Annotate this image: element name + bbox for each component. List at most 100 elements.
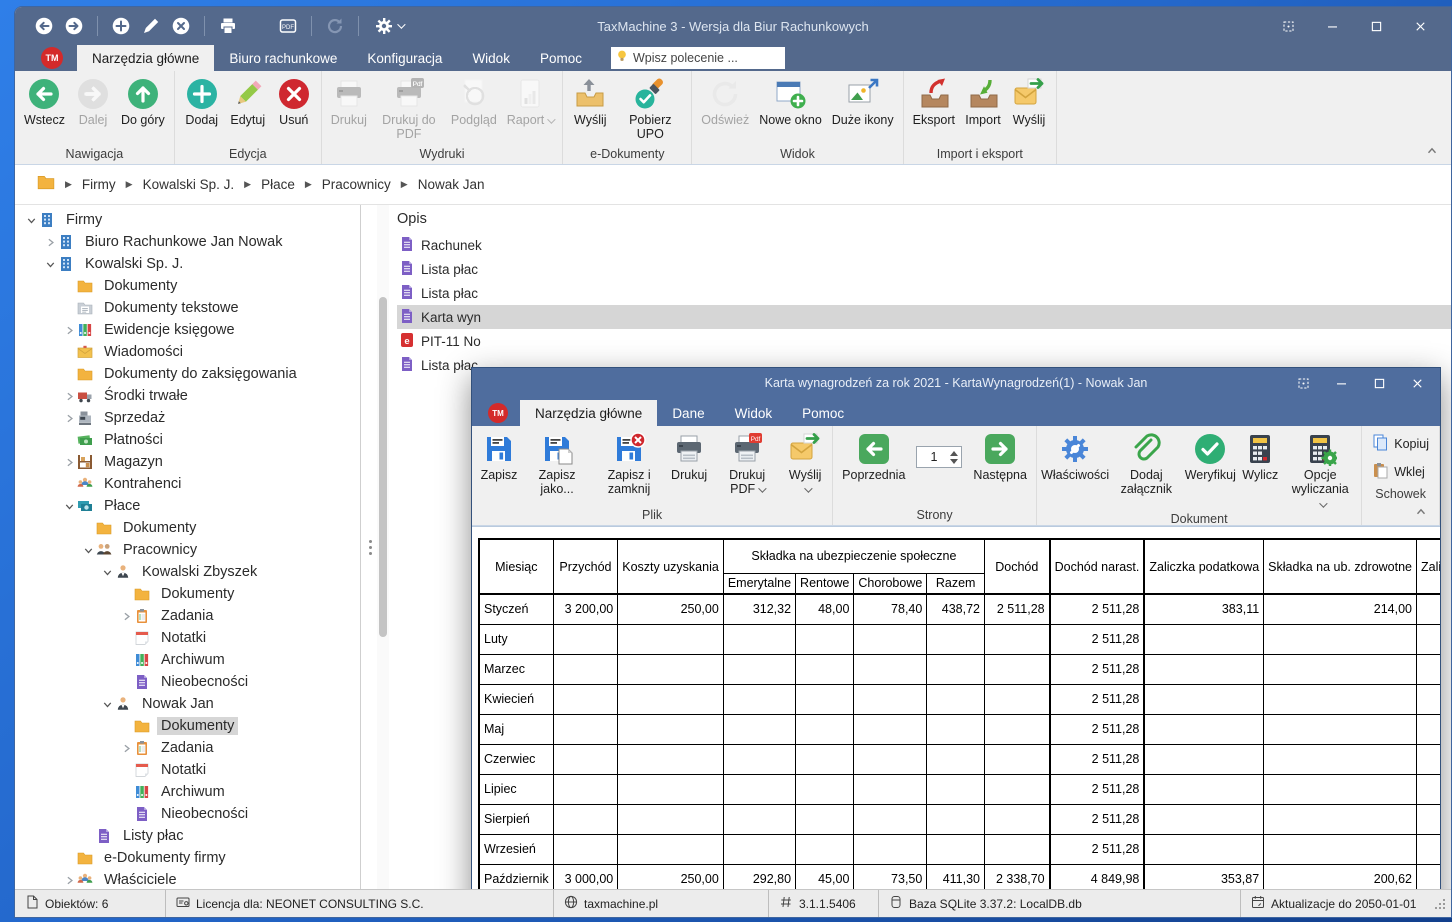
cell[interactable] (1264, 834, 1417, 864)
następna-button[interactable]: Następna (968, 430, 1032, 482)
cell[interactable]: 2 511,28 (985, 594, 1050, 624)
child-tab-widok[interactable]: Widok (720, 400, 788, 426)
tree-item-archiwum[interactable]: Archiwum (15, 781, 360, 803)
eksport-button[interactable]: Eksport (908, 75, 960, 127)
chevron-right-icon[interactable] (61, 454, 77, 470)
app-logo[interactable]: TM (41, 47, 63, 69)
resize-grip[interactable] (1433, 897, 1447, 911)
cell[interactable] (854, 804, 927, 834)
tree-item-notatki[interactable]: Notatki (15, 759, 360, 781)
expander-spacer[interactable] (80, 828, 96, 844)
chevron-right-icon[interactable] (118, 608, 134, 624)
cell[interactable] (723, 654, 795, 684)
zapisz-button[interactable]: Zapisz (476, 430, 522, 482)
expander-spacer[interactable] (118, 762, 134, 778)
forward-icon[interactable] (63, 15, 85, 37)
cell[interactable] (985, 714, 1050, 744)
tree-item-środki-trwałe[interactable]: Środki trwałe (15, 385, 360, 407)
wstecz-button[interactable]: Wstecz (19, 75, 70, 127)
cell[interactable] (618, 834, 724, 864)
chevron-down-icon[interactable] (61, 498, 77, 514)
refresh-icon[interactable] (324, 15, 346, 37)
cell[interactable] (553, 834, 618, 864)
expander-spacer[interactable] (118, 784, 134, 800)
tree-item-kowalski-zbyszek[interactable]: Kowalski Zbyszek (15, 561, 360, 583)
breadcrumb-item-firmy[interactable]: Firmy (82, 177, 116, 192)
cell[interactable] (985, 684, 1050, 714)
cell[interactable] (618, 714, 724, 744)
cell[interactable] (553, 774, 618, 804)
cell[interactable] (1417, 654, 1440, 684)
chevron-down-icon[interactable] (99, 696, 115, 712)
pdf-icon[interactable]: PDF (277, 15, 299, 37)
tree-item-dokumenty[interactable]: Dokumenty (15, 715, 360, 737)
breadcrumb-item-pracownicy[interactable]: Pracownicy (322, 177, 391, 192)
tree-item-właściciele[interactable]: Właściciele (15, 869, 360, 889)
cell[interactable] (796, 714, 854, 744)
breadcrumb-item-nowak-jan[interactable]: Nowak Jan (418, 177, 485, 192)
tab-biuro-rachunkowe[interactable]: Biuro rachunkowe (214, 45, 352, 71)
wyślij-button[interactable]: Wyślij (782, 430, 828, 497)
cell[interactable] (618, 774, 724, 804)
cell[interactable] (618, 744, 724, 774)
tree-item-kowalski-sp-j[interactable]: Kowalski Sp. J. (15, 253, 360, 275)
cell[interactable] (618, 624, 724, 654)
child-tab-dane[interactable]: Dane (657, 400, 719, 426)
tree-item-sprzedaż[interactable]: Sprzedaż (15, 407, 360, 429)
tree-item-kontrahenci[interactable]: Kontrahenci (15, 473, 360, 495)
cell[interactable]: 3 000,00 (553, 864, 618, 889)
expander-spacer[interactable] (118, 652, 134, 668)
drukuj-button[interactable]: Drukuj (666, 430, 712, 482)
tree-item-nieobecności[interactable]: Nieobecności (15, 803, 360, 825)
drukuj-pdf-button[interactable]: PdfDrukuj PDF (712, 430, 782, 497)
cell[interactable] (553, 624, 618, 654)
cell[interactable] (1417, 744, 1440, 774)
expander-spacer[interactable] (61, 366, 77, 382)
search-input[interactable] (633, 51, 781, 65)
list-item-lista-płac[interactable]: Lista płac (397, 257, 1451, 281)
list-item-rachunek[interactable]: Rachunek (397, 233, 1451, 257)
chevron-down-icon[interactable] (99, 564, 115, 580)
cell[interactable]: 78,40 (854, 594, 927, 624)
list-item-pit-11-no[interactable]: ePIT-11 No (397, 329, 1451, 353)
print-icon[interactable] (217, 15, 239, 37)
cell[interactable] (985, 834, 1050, 864)
cell[interactable] (854, 774, 927, 804)
cell[interactable]: 411,30 (927, 864, 985, 889)
cell[interactable]: Maj (479, 714, 553, 744)
cell[interactable] (927, 624, 985, 654)
cell[interactable]: Kwiecień (479, 684, 553, 714)
tree-item-dokumenty-do-zaksięgowania[interactable]: Dokumenty do zaksięgowania (15, 363, 360, 385)
cell[interactable] (1144, 804, 1263, 834)
expand-button[interactable] (1292, 372, 1314, 394)
add-icon[interactable] (110, 15, 132, 37)
cell[interactable] (796, 804, 854, 834)
chevron-right-icon[interactable] (42, 234, 58, 250)
cell[interactable] (796, 654, 854, 684)
command-search[interactable] (611, 47, 785, 69)
cell[interactable] (796, 624, 854, 654)
cell[interactable] (927, 654, 985, 684)
cell[interactable]: 169,00 (1417, 594, 1440, 624)
spinner-arrows[interactable] (950, 451, 961, 464)
child-tab-pomoc[interactable]: Pomoc (787, 400, 859, 426)
app-logo[interactable]: TM (488, 403, 508, 423)
dodaj-załącznik-button[interactable]: Dodaj załącznik (1109, 430, 1183, 497)
cell[interactable] (1417, 804, 1440, 834)
tree-item-dokumenty[interactable]: Dokumenty (15, 517, 360, 539)
tree-item-dokumenty[interactable]: Dokumenty (15, 583, 360, 605)
cell[interactable] (985, 774, 1050, 804)
cell[interactable] (1144, 774, 1263, 804)
chevron-right-icon[interactable] (61, 388, 77, 404)
tree-item-nieobecności[interactable]: Nieobecności (15, 671, 360, 693)
odśwież-button[interactable]: Odśwież (696, 75, 754, 127)
cell[interactable]: 214,00 (1264, 594, 1417, 624)
cell[interactable]: 353,87 (1144, 864, 1263, 889)
cell[interactable]: 2 511,28 (1050, 744, 1145, 774)
cell[interactable] (1417, 834, 1440, 864)
cell[interactable]: 2 338,70 (985, 864, 1050, 889)
edit-icon[interactable] (140, 15, 162, 37)
tree-item-listy-płac[interactable]: Listy płac (15, 825, 360, 847)
cell[interactable] (927, 714, 985, 744)
cell[interactable]: 250,00 (618, 594, 724, 624)
